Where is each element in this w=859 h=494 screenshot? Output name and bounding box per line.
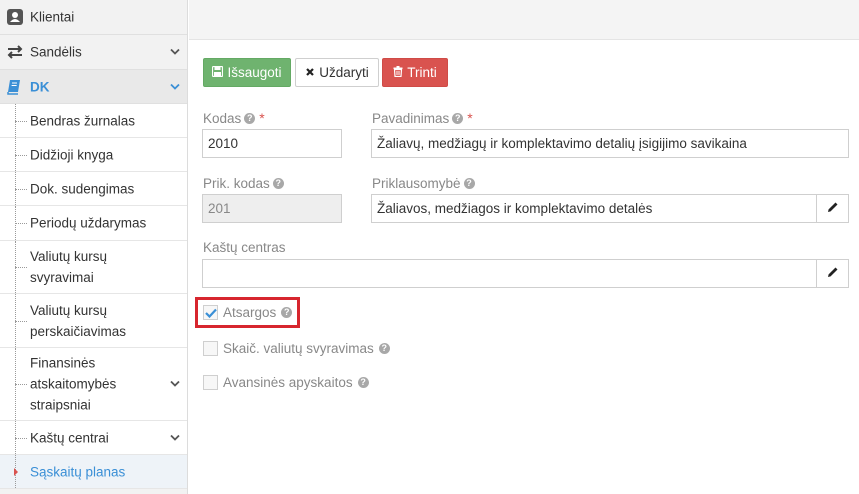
required-asterisk: * (467, 110, 473, 126)
priklausomybe-label-text: Priklausomybė (372, 176, 461, 191)
transfer-icon (6, 44, 24, 60)
kastu-centras-input[interactable] (202, 259, 817, 288)
pavadinimas-input[interactable]: Žaliavų, medžiagų ir komplektavimo detal… (371, 129, 849, 158)
avansines-checkbox-row[interactable]: Avansinės apyskaitos ? (203, 375, 369, 390)
priklausomybe-label: Priklausomybė ? (372, 176, 475, 191)
sidebar-subitem-kastu-centrai[interactable]: Kaštų centrai (0, 421, 187, 455)
avansines-label: Avansinės apyskaitos (223, 375, 353, 390)
help-icon[interactable]: ? (281, 307, 293, 318)
sidebar-subitem-didzioji-knyga[interactable]: Didžioji knyga (0, 138, 187, 172)
sidebar-subitem-finansines-atskaitomybes[interactable]: Finansinės atskaitomybės straipsniai (0, 348, 187, 421)
subitem-label: Didžioji knyga (30, 147, 114, 162)
sidebar-item-label: Sandėlis (30, 44, 82, 60)
priklausomybe-edit-button[interactable] (816, 194, 849, 223)
subitem-label: Bendras žurnalas (30, 113, 136, 128)
pencil-icon (827, 201, 839, 216)
delete-label: Trinti (407, 65, 437, 80)
sidebar-subitem-valiutu-perskaiciavimas[interactable]: Valiutų kursų perskaičiavimas (0, 294, 187, 348)
subitem-label: Periodų uždarymas (30, 215, 147, 231)
sidebar-subitem-valiutu-svyravimai[interactable]: Valiutų kursų svyravimai (0, 241, 187, 294)
help-icon[interactable]: ? (357, 377, 369, 388)
sidebar-item-label: DK (30, 79, 50, 94)
kodas-label-text: Kodas (203, 110, 242, 126)
close-label: Uždaryti (319, 65, 369, 80)
pavadinimas-label-text: Pavadinimas (372, 110, 450, 126)
prik-kodas-input: 201 (202, 194, 342, 223)
skaic-valiutu-checkbox-row[interactable]: Skaič. valiutų svyravimas ? (203, 341, 390, 356)
sidebar: Klientai Sandėlis DK Bendras žurnalas Di… (0, 0, 188, 494)
avansines-checkbox[interactable] (203, 375, 218, 390)
prik-kodas-label-text: Prik. kodas (203, 176, 270, 191)
close-icon (305, 65, 315, 80)
skaic-valiutu-checkbox[interactable] (203, 341, 218, 356)
required-asterisk: * (259, 110, 265, 126)
skaic-valiutu-label: Skaič. valiutų svyravimas (223, 341, 374, 356)
kastu-centras-label: Kaštų centras (203, 240, 286, 255)
kastu-centras-edit-button[interactable] (816, 259, 849, 288)
close-button[interactable]: Uždaryti (295, 58, 379, 87)
atsargos-label: Atsargos (223, 305, 277, 320)
chevron-down-icon (170, 434, 180, 441)
floppy-disk-icon (212, 65, 224, 80)
help-icon[interactable]: ? (463, 178, 475, 189)
pavadinimas-label: Pavadinimas ? * (372, 110, 473, 126)
sidebar-subitem-periodu-uzdarymas[interactable]: Periodų uždarymas (0, 206, 187, 241)
subitem-label: Dok. sudengimas (30, 181, 135, 196)
subitem-label: Sąskaitų planas (30, 464, 126, 479)
kastu-centras-label-text: Kaštų centras (203, 240, 286, 255)
help-icon[interactable]: ? (244, 112, 256, 124)
sidebar-subitem-dok-sudengimas[interactable]: Dok. sudengimas (0, 172, 187, 206)
subitem-label: Valiutų kursų svyravimai (30, 249, 108, 285)
chevron-down-icon (170, 380, 180, 388)
help-icon[interactable]: ? (452, 112, 464, 124)
dk-submenu: Bendras žurnalas Didžioji knyga Dok. sud… (0, 104, 187, 489)
help-icon[interactable]: ? (272, 178, 284, 189)
atsargos-checkbox-row[interactable]: Atsargos ? (203, 305, 293, 320)
sidebar-item-dk[interactable]: DK (0, 70, 187, 104)
sidebar-item-sandelis[interactable]: Sandėlis (0, 35, 187, 70)
sidebar-item-klientai[interactable]: Klientai (0, 0, 187, 35)
chevron-down-icon (170, 83, 180, 90)
user-icon (6, 8, 24, 26)
top-bar (189, 0, 859, 40)
sidebar-subitem-saskaitu-planas[interactable]: Sąskaitų planas (0, 455, 187, 489)
active-caret-icon (14, 467, 18, 476)
sidebar-item-label: Klientai (30, 9, 75, 25)
pencil-icon (827, 266, 839, 281)
delete-button[interactable]: Trinti (382, 58, 448, 87)
subitem-label: Kaštų centrai (30, 430, 109, 445)
subitem-label: Finansinės atskaitomybės straipsniai (30, 355, 117, 413)
subitem-label: Valiutų kursų perskaičiavimas (30, 302, 127, 339)
priklausomybe-input[interactable]: Žaliavos, medžiagos ir komplektavimo det… (371, 194, 817, 223)
kodas-input[interactable]: 2010 (202, 129, 342, 158)
atsargos-checkbox[interactable] (203, 305, 218, 320)
sidebar-subitem-bendras-zurnalas[interactable]: Bendras žurnalas (0, 104, 187, 138)
kodas-label: Kodas ? * (203, 110, 265, 126)
chevron-down-icon (170, 48, 180, 56)
book-icon (6, 79, 22, 95)
save-label: Išsaugoti (227, 65, 282, 80)
prik-kodas-label: Prik. kodas ? (203, 176, 284, 191)
trash-icon (393, 65, 403, 80)
save-button[interactable]: Išsaugoti (203, 58, 291, 87)
help-icon[interactable]: ? (378, 343, 390, 354)
